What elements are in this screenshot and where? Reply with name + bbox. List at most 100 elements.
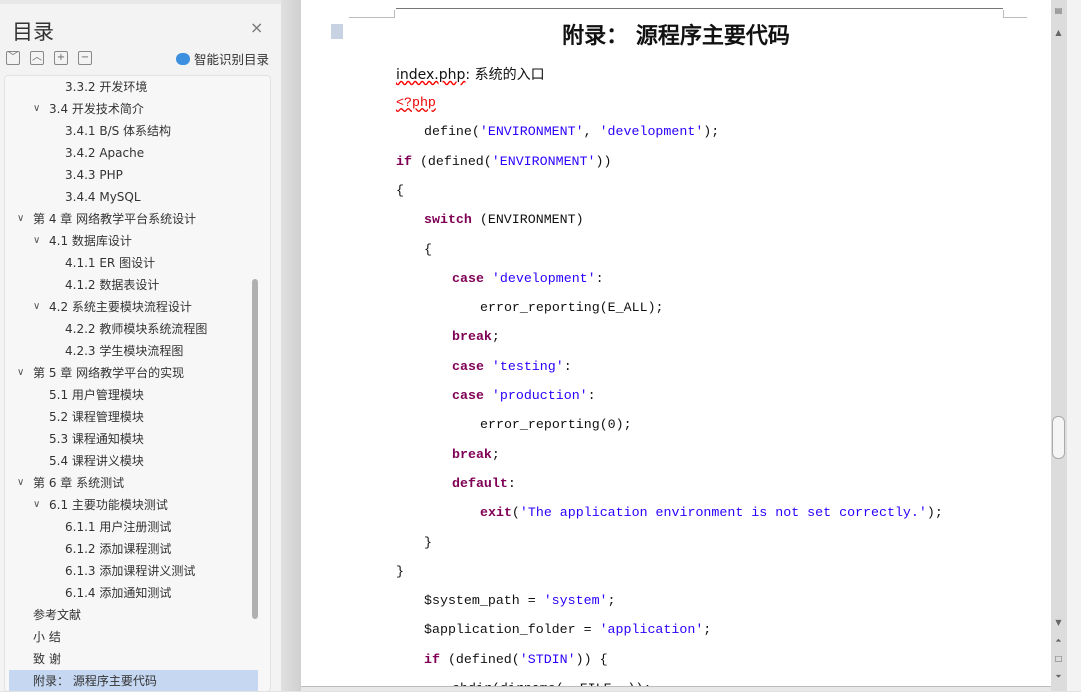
toc-item[interactable]: 6.1.3 添加课程讲义测试 <box>9 560 258 582</box>
prev-page-icon[interactable]: ⏶ <box>1051 636 1066 646</box>
toc-item-label: 3.4.1 B/S 体系结构 <box>65 124 172 138</box>
toc-item-label: 5.3 课程通知模块 <box>49 432 144 446</box>
toc-item[interactable]: ∨ 4.1 数据库设计 <box>9 230 258 252</box>
file-separator: : <box>465 67 475 83</box>
toc-item[interactable]: 6.1.1 用户注册测试 <box>9 516 258 538</box>
toc-item[interactable]: 5.2 课程管理模块 <box>9 406 258 428</box>
code-token: (defined( <box>439 651 520 667</box>
smart-toc-button[interactable]: 智能识别目录 <box>176 49 269 68</box>
chevron-down-icon[interactable]: ∨ <box>17 208 24 230</box>
chevron-down-icon[interactable]: ∨ <box>17 472 24 494</box>
ruler-icon[interactable]: ▤ <box>1051 6 1066 15</box>
code-token: $application_folder = <box>424 622 600 638</box>
toc-item-label: 4.2.2 教师模块系统流程图 <box>65 322 208 336</box>
toc-item[interactable]: 4.1.2 数据表设计 <box>9 274 258 296</box>
code-token: : <box>595 270 604 286</box>
next-page-icon[interactable]: ⏷ <box>1051 672 1066 682</box>
code-token: 'development' <box>599 124 704 140</box>
toc-item[interactable]: 6.1.4 添加通知测试 <box>9 582 258 604</box>
toc-item[interactable]: 3.4.3 PHP <box>9 164 258 186</box>
document-page: 附录： 源程序主要代码 index.php: 系统的入口 <?php define… <box>301 0 1051 691</box>
toc-item[interactable]: 3.3.2 开发环境 <box>9 76 258 98</box>
code-token: } <box>396 563 404 579</box>
collapse-level-button[interactable]: − <box>78 51 92 65</box>
toc-item[interactable]: ∨ 第 4 章 网络教学平台系统设计 <box>9 208 258 230</box>
toc-item-label: 第 5 章 网络教学平台的实现 <box>33 366 185 380</box>
toc-item[interactable]: 5.1 用户管理模块 <box>9 384 258 406</box>
crop-mark <box>349 10 395 18</box>
toc-item-label: 6.1.1 用户注册测试 <box>65 520 172 534</box>
toc-item[interactable]: 5.4 课程讲义模块 <box>9 450 258 472</box>
vertical-scrollbar[interactable]: ▤ ▲ ▼ ⏶ □ ⏷ <box>1051 0 1066 691</box>
toc-item-label: 第 4 章 网络教学平台系统设计 <box>33 212 197 226</box>
code-line: break; <box>452 327 500 347</box>
toc-item[interactable]: 致 谢 <box>9 648 258 670</box>
toc-item-label: 5.2 课程管理模块 <box>49 410 144 424</box>
file-name: index.php <box>396 67 466 83</box>
toc-item[interactable]: ∨ 6.1 主要功能模块测试 <box>9 494 258 516</box>
expand-level-button[interactable]: + <box>54 51 68 65</box>
code-token: 'development' <box>491 270 596 286</box>
toc-item[interactable]: 附录： 源程序主要代码 <box>9 670 258 691</box>
code-line: error_reporting(E_ALL); <box>480 298 664 318</box>
code-token: (defined( <box>411 153 492 169</box>
toc-item[interactable]: ∨ 3.4 开发技术简介 <box>9 98 258 120</box>
code-token: case <box>452 270 484 286</box>
code-line: if (defined('STDIN')) { <box>424 650 608 670</box>
chevron-down-icon[interactable]: ∨ <box>33 230 40 252</box>
toc-item[interactable]: 参考文献 <box>9 604 258 626</box>
toc-item[interactable]: 3.4.2 Apache <box>9 142 258 164</box>
toc-item[interactable]: 4.2.2 教师模块系统流程图 <box>9 318 258 340</box>
code-token: : <box>587 388 596 403</box>
horizontal-scrollbar[interactable] <box>301 686 1051 691</box>
code-token: } <box>424 534 432 550</box>
scroll-thumb[interactable] <box>1052 416 1065 459</box>
chevron-down-icon[interactable]: ∨ <box>33 494 40 516</box>
toc-item-label: 3.4 开发技术简介 <box>49 102 144 116</box>
collapse-all-button[interactable]: ︿ <box>30 51 44 65</box>
code-token: 'ENVIRONMENT' <box>479 124 584 140</box>
code-token: 'system' <box>543 593 608 609</box>
toc-item[interactable]: 小 结 <box>9 626 258 648</box>
toc-title: 目录 <box>12 20 54 44</box>
expand-all-button[interactable]: ﹀ <box>6 51 20 65</box>
close-icon[interactable]: × <box>250 18 263 37</box>
code-token: : <box>507 475 516 491</box>
toc-item[interactable]: 3.4.1 B/S 体系结构 <box>9 120 258 142</box>
toc-item-label: 4.1 数据库设计 <box>49 234 132 248</box>
toc-item[interactable]: ∨ 第 5 章 网络教学平台的实现 <box>9 362 258 384</box>
select-browse-icon[interactable]: □ <box>1051 654 1066 663</box>
toc-item[interactable]: ∨ 第 6 章 系统测试 <box>9 472 258 494</box>
chevron-down-icon[interactable]: ∨ <box>33 98 40 120</box>
toc-item-label: 4.1.1 ER 图设计 <box>65 256 156 270</box>
toc-item[interactable]: ∨ 4.2 系统主要模块流程设计 <box>9 296 258 318</box>
toc-scrollbar[interactable] <box>252 279 258 619</box>
chevron-down-icon[interactable]: ∨ <box>17 362 24 384</box>
toc-item-label: 附录： 源程序主要代码 <box>33 674 157 688</box>
code-token: , <box>583 124 600 140</box>
chevron-down-icon[interactable]: ∨ <box>33 296 40 318</box>
toc-item-label: 4.2 系统主要模块流程设计 <box>49 300 192 314</box>
page-heading: 附录： 源程序主要代码 <box>562 24 790 49</box>
code-token: switch <box>424 212 472 228</box>
code-token: ); <box>703 124 720 140</box>
scroll-up-icon[interactable]: ▲ <box>1051 28 1066 37</box>
code-token: define( <box>424 124 480 140</box>
code-line: $system_path = 'system'; <box>424 591 616 611</box>
toc-item[interactable]: 6.1.2 添加课程测试 <box>9 538 258 560</box>
toc-item[interactable]: 4.1.1 ER 图设计 <box>9 252 258 274</box>
code-token: break <box>452 329 492 345</box>
toc-item-label: 3.4.4 MySQL <box>65 190 141 204</box>
scroll-down-icon[interactable]: ▼ <box>1051 618 1066 627</box>
smart-icon <box>176 52 190 65</box>
toc-item[interactable]: 3.4.4 MySQL <box>9 186 258 208</box>
toc-item-label: 5.1 用户管理模块 <box>49 388 144 402</box>
toc-item[interactable]: 4.2.3 学生模块流程图 <box>9 340 258 362</box>
code-token: ; <box>491 329 500 345</box>
toc-item[interactable]: 5.3 课程通知模块 <box>9 428 258 450</box>
code-token: ( <box>511 505 520 521</box>
code-token: 'STDIN' <box>519 651 576 667</box>
code-token: exit <box>480 505 512 521</box>
